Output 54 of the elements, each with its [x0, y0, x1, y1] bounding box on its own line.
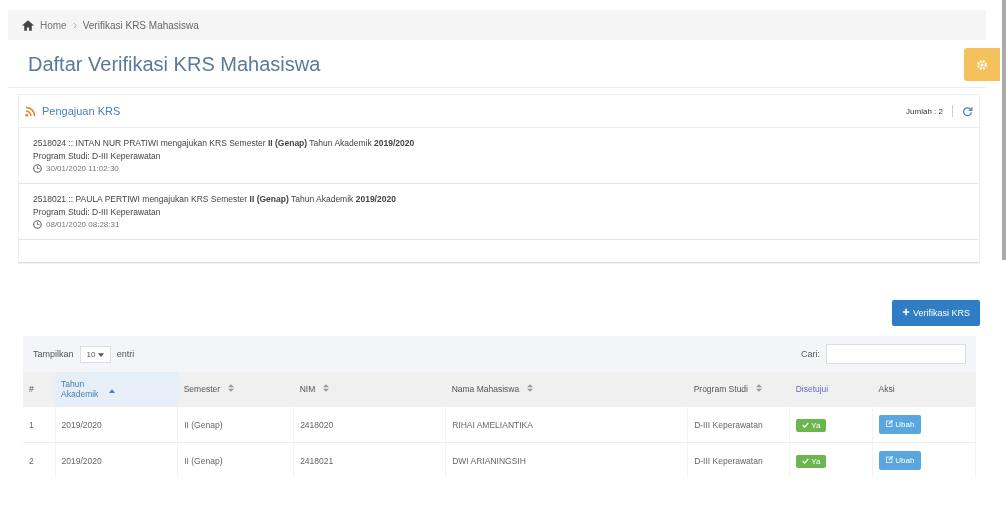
table-cell: 2019/2020 — [55, 406, 178, 443]
count-label: Jumlah : 2 — [906, 106, 943, 116]
edit-icon — [886, 420, 894, 427]
chevron-icon — [72, 21, 77, 29]
caret-icon — [97, 352, 104, 357]
table-cell: 2418021 — [293, 442, 446, 478]
table-cell: D-III Keperawatan — [687, 442, 790, 478]
column-header[interactable]: Disetujui — [789, 372, 873, 407]
status-badge: Ya — [796, 454, 827, 468]
timestamp: 08/01/2020 08:28:31 — [46, 220, 120, 229]
breadcrumb-link[interactable]: Verifikasi KRS Mahasiswa — [82, 19, 199, 31]
page-size-select[interactable]: 10 — [79, 345, 111, 363]
table-cell: II (Genap) — [177, 442, 294, 478]
table-cell: 2 — [23, 442, 56, 478]
clock-icon — [33, 220, 42, 229]
add-verification-button[interactable]: Verifikasi KRS — [892, 300, 980, 326]
scrollbar[interactable] — [1002, 0, 1006, 260]
study-program-text: Program Studi: D-III Keperawatan — [33, 151, 162, 161]
plus-icon — [902, 308, 911, 316]
settings-icon — [976, 58, 988, 71]
search-field[interactable] — [826, 344, 966, 364]
timestamp: 30/01/2020 11:02:30 — [46, 164, 119, 173]
table-cell: DWI ARIANINGSIH — [445, 442, 688, 478]
show-label: Tampilkan — [33, 349, 74, 359]
rss-icon — [25, 105, 36, 117]
search-label: Cari: — [801, 349, 820, 359]
submission-text: 2518024 :: INTAN NUR PRATIWI mengajukan KRS Semester II (Genap) Tahun Akademik 2019/2020 — [33, 138, 416, 148]
entries-label: entri — [116, 349, 135, 359]
home-icon — [22, 19, 34, 31]
column-header[interactable]: Semester — [177, 372, 294, 407]
table-cell: 2019/2020 — [55, 442, 178, 478]
settings-button[interactable] — [964, 48, 1000, 81]
table-cell: D-III Keperawatan — [687, 406, 790, 443]
check-icon — [802, 457, 810, 464]
page-title: Daftar Verifikasi KRS Mahasiswa — [28, 53, 321, 76]
edit-icon — [886, 456, 894, 463]
table-cell: 2418020 — [293, 406, 446, 443]
study-program-text: Program Studi: D-III Keperawatan — [33, 207, 162, 217]
submission-text: 2518021 :: PAULA PERTIWI mengajukan KRS Semester II (Genap) Tahun Akademik 2019/2020 — [33, 194, 397, 204]
column-header[interactable]: Program Studi — [687, 372, 790, 407]
check-icon — [802, 421, 810, 428]
table-cell: RIHAI AMELIANTIKA — [445, 406, 688, 443]
panel-title: Pengajuan KRS — [42, 105, 121, 117]
clock-icon — [33, 164, 42, 173]
column-header[interactable]: NIM — [293, 372, 446, 407]
column-header[interactable]: Nama Mahasiswa — [445, 372, 688, 407]
table-cell: II (Genap) — [177, 406, 294, 443]
breadcrumb-link[interactable]: Home — [40, 19, 67, 31]
column-header[interactable]: Aksi — [872, 372, 976, 407]
column-header[interactable]: # — [23, 372, 56, 407]
refresh-icon[interactable] — [962, 105, 973, 117]
column-header[interactable]: Tahun Akademik — [55, 372, 178, 407]
table-cell: 1 — [23, 406, 56, 443]
status-badge: Ya — [796, 418, 827, 432]
